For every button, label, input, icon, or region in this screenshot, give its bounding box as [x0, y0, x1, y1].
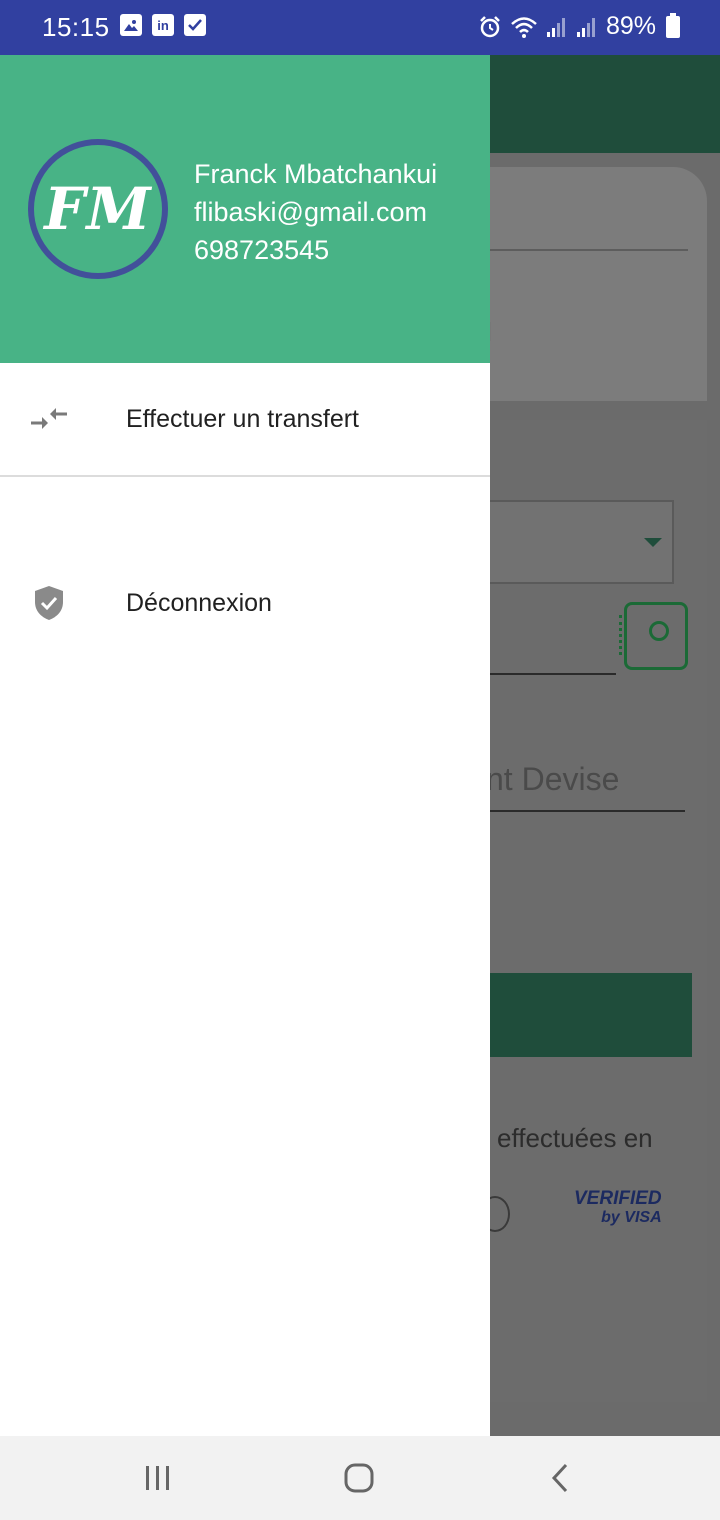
background-divider — [490, 249, 688, 251]
visa-badge-line2: by VISA — [601, 1209, 662, 1226]
avatar: FM — [28, 139, 168, 279]
menu-item-logout-label: Déconnexion — [126, 588, 272, 617]
navigation-drawer: FM Franck Mbatchankui flibaski@gmail.com… — [0, 55, 490, 1436]
payment-info-text: effectuées en — [497, 1123, 653, 1153]
background-input-underline — [486, 673, 616, 675]
gallery-icon — [120, 14, 142, 36]
notification-icons: in — [120, 14, 206, 36]
status-time: 15:15 — [42, 12, 110, 42]
system-nav-bar — [0, 1436, 720, 1520]
back-icon[interactable] — [545, 1458, 575, 1498]
checkbox-icon — [184, 14, 206, 36]
recents-icon[interactable] — [140, 1458, 176, 1498]
drawer-header: FM Franck Mbatchankui flibaski@gmail.com… — [0, 55, 490, 363]
status-bar: 15:15 in 89% — [0, 0, 720, 55]
system-indicators: 89% — [478, 12, 680, 41]
avatar-initials: FM — [44, 175, 152, 243]
menu-item-transfer[interactable]: Effectuer un transfert — [0, 363, 490, 475]
background-submit-button — [486, 973, 692, 1057]
menu-divider — [0, 475, 490, 477]
linkedin-icon: in — [152, 14, 174, 36]
wifi-icon — [511, 16, 537, 38]
dropdown-caret-icon — [644, 538, 662, 547]
user-info: Franck Mbatchankui flibaski@gmail.com 69… — [194, 155, 437, 269]
signal-icon — [546, 17, 565, 37]
menu-item-transfer-label: Effectuer un transfert — [126, 404, 359, 433]
user-name: Franck Mbatchankui — [194, 159, 438, 189]
background-card — [475, 167, 707, 401]
user-phone: 698723545 — [194, 235, 330, 265]
shield-check-icon — [30, 584, 68, 622]
menu-item-logout[interactable]: Déconnexion — [0, 547, 490, 659]
alarm-icon — [480, 15, 500, 37]
battery-percent: 89% — [605, 12, 656, 40]
battery-icon — [666, 12, 680, 38]
amount-input-underline — [486, 810, 685, 812]
amount-input-placeholder: nt Devise — [486, 761, 620, 797]
visa-badge-line1: VERIFIED — [574, 1188, 662, 1209]
contacts-book-icon — [619, 602, 688, 670]
verified-by-visa-logo: VERIFIED by VISA — [574, 1189, 662, 1227]
home-icon[interactable] — [339, 1458, 379, 1498]
signal-icon — [576, 17, 595, 37]
transfer-arrows-icon — [30, 400, 68, 438]
user-email: flibaski@gmail.com — [194, 197, 427, 227]
